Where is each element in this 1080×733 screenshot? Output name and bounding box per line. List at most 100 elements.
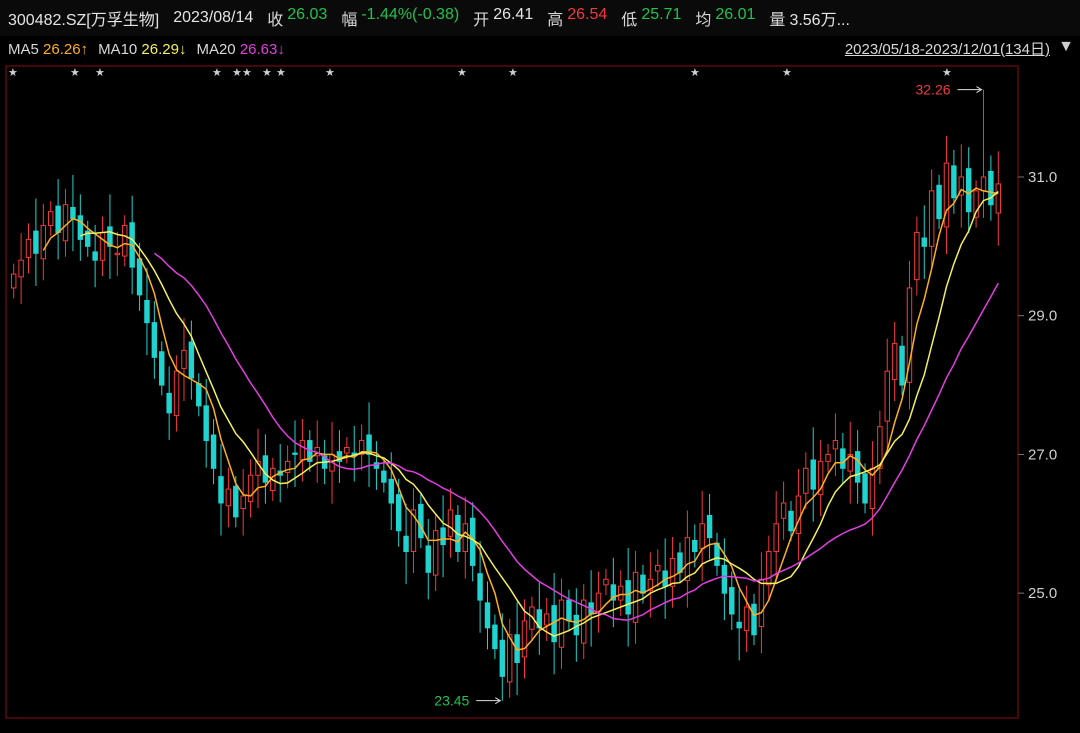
candle-body xyxy=(18,259,24,278)
candle-body xyxy=(640,574,646,594)
candle-body xyxy=(240,495,246,510)
candle-body xyxy=(40,225,47,260)
candle-body xyxy=(114,252,121,256)
candle-body xyxy=(965,168,972,213)
candle-body xyxy=(196,383,202,407)
candle-body xyxy=(684,537,691,582)
candle-body xyxy=(921,237,927,247)
y-tick-label: 25.0 xyxy=(1028,585,1057,602)
candle-body xyxy=(484,602,491,629)
candle-body xyxy=(884,370,890,422)
candle-body xyxy=(521,620,528,658)
candle-body xyxy=(70,206,76,220)
candle-body xyxy=(854,451,861,483)
candle-body xyxy=(758,578,765,627)
candle-body xyxy=(47,211,54,227)
y-tick-label: 29.0 xyxy=(1028,308,1057,325)
candle-body xyxy=(395,494,402,532)
candle-body xyxy=(988,170,994,206)
y-tick-label: 31.0 xyxy=(1028,169,1057,186)
event-star-icon: ★ xyxy=(242,67,252,79)
candle-body xyxy=(188,341,195,379)
min-price-label: 23.45 xyxy=(434,693,469,709)
ma10-line xyxy=(80,190,999,638)
candle-body xyxy=(233,485,239,518)
candle-body xyxy=(440,527,446,546)
candle-body xyxy=(736,621,742,629)
candle-body xyxy=(166,392,172,414)
candle-body xyxy=(388,478,394,504)
plot-frame xyxy=(5,65,1019,719)
candle-body xyxy=(558,599,565,648)
candle-body xyxy=(181,349,187,369)
max-price-label: 32.26 xyxy=(915,82,950,98)
candle-body xyxy=(151,322,158,358)
event-star-icon: ★ xyxy=(508,67,518,79)
candle-body xyxy=(203,405,209,442)
ma5-line xyxy=(42,187,999,651)
candle-body xyxy=(425,545,431,573)
candle-body xyxy=(144,299,150,324)
candle-body xyxy=(447,509,454,537)
candle-body xyxy=(669,557,676,587)
candle-body xyxy=(432,530,439,576)
candle-body xyxy=(899,345,905,386)
event-star-icon: ★ xyxy=(276,67,286,79)
candle-body xyxy=(595,592,602,612)
candle-body xyxy=(225,488,232,507)
candle-body xyxy=(825,453,831,462)
event-star-icon: ★ xyxy=(212,67,222,79)
event-star-icon: ★ xyxy=(942,67,952,79)
candle-body xyxy=(99,231,106,261)
candle-body xyxy=(247,474,254,503)
candle-body xyxy=(292,452,298,455)
candle-body xyxy=(499,639,506,677)
candle-body xyxy=(381,470,387,483)
candle-body xyxy=(803,467,809,494)
candle-body xyxy=(506,634,513,683)
candle-body xyxy=(344,446,350,454)
candle-body xyxy=(862,473,868,504)
candle-body xyxy=(980,176,987,192)
candle-body xyxy=(403,535,409,553)
candle-body xyxy=(603,578,609,586)
candle-body xyxy=(677,552,683,573)
candle-body xyxy=(418,503,424,539)
candle-body xyxy=(692,539,698,553)
candle-body xyxy=(122,225,128,257)
candle-body xyxy=(10,273,17,289)
candlestick-chart[interactable]: 25.027.029.031.0★ ★ ★ ★ ★ ★ ★ ★ ★ ★ ★ ★ ★ ★32.2623.45 xyxy=(0,0,1080,733)
candle-body xyxy=(566,599,572,622)
candle-body xyxy=(832,440,839,450)
candle-body xyxy=(173,370,180,417)
ma20-line xyxy=(153,252,999,621)
event-star-icon: ★ xyxy=(8,67,18,79)
candle-body xyxy=(810,459,816,490)
candle-body xyxy=(773,523,779,553)
event-star-icon: ★ xyxy=(457,67,467,79)
event-star-icon: ★ xyxy=(232,67,242,79)
candle-body xyxy=(743,606,750,632)
candle-body xyxy=(891,342,898,381)
candle-body xyxy=(159,351,165,386)
candle-body xyxy=(936,184,942,220)
candle-body xyxy=(299,440,306,461)
candle-body xyxy=(262,455,269,483)
candle-body xyxy=(706,514,713,539)
candle-body xyxy=(928,190,935,247)
candle-body xyxy=(136,258,143,296)
candle-body xyxy=(543,613,550,626)
candle-body xyxy=(795,495,802,534)
candle-body xyxy=(210,434,217,469)
chart-window: 300482.SZ[万孚生物] 2023/08/14 收 26.03 幅 -1.44… xyxy=(0,0,1080,733)
event-star-icon: ★ xyxy=(70,67,80,79)
candle-body xyxy=(62,204,69,242)
candle-body xyxy=(766,551,772,586)
candle-body xyxy=(914,231,920,281)
candle-body xyxy=(632,571,639,623)
candle-body xyxy=(780,502,787,519)
candle-body xyxy=(788,510,794,532)
candle-body xyxy=(995,183,1002,214)
candle-body xyxy=(699,523,705,550)
candle-body xyxy=(729,587,735,615)
